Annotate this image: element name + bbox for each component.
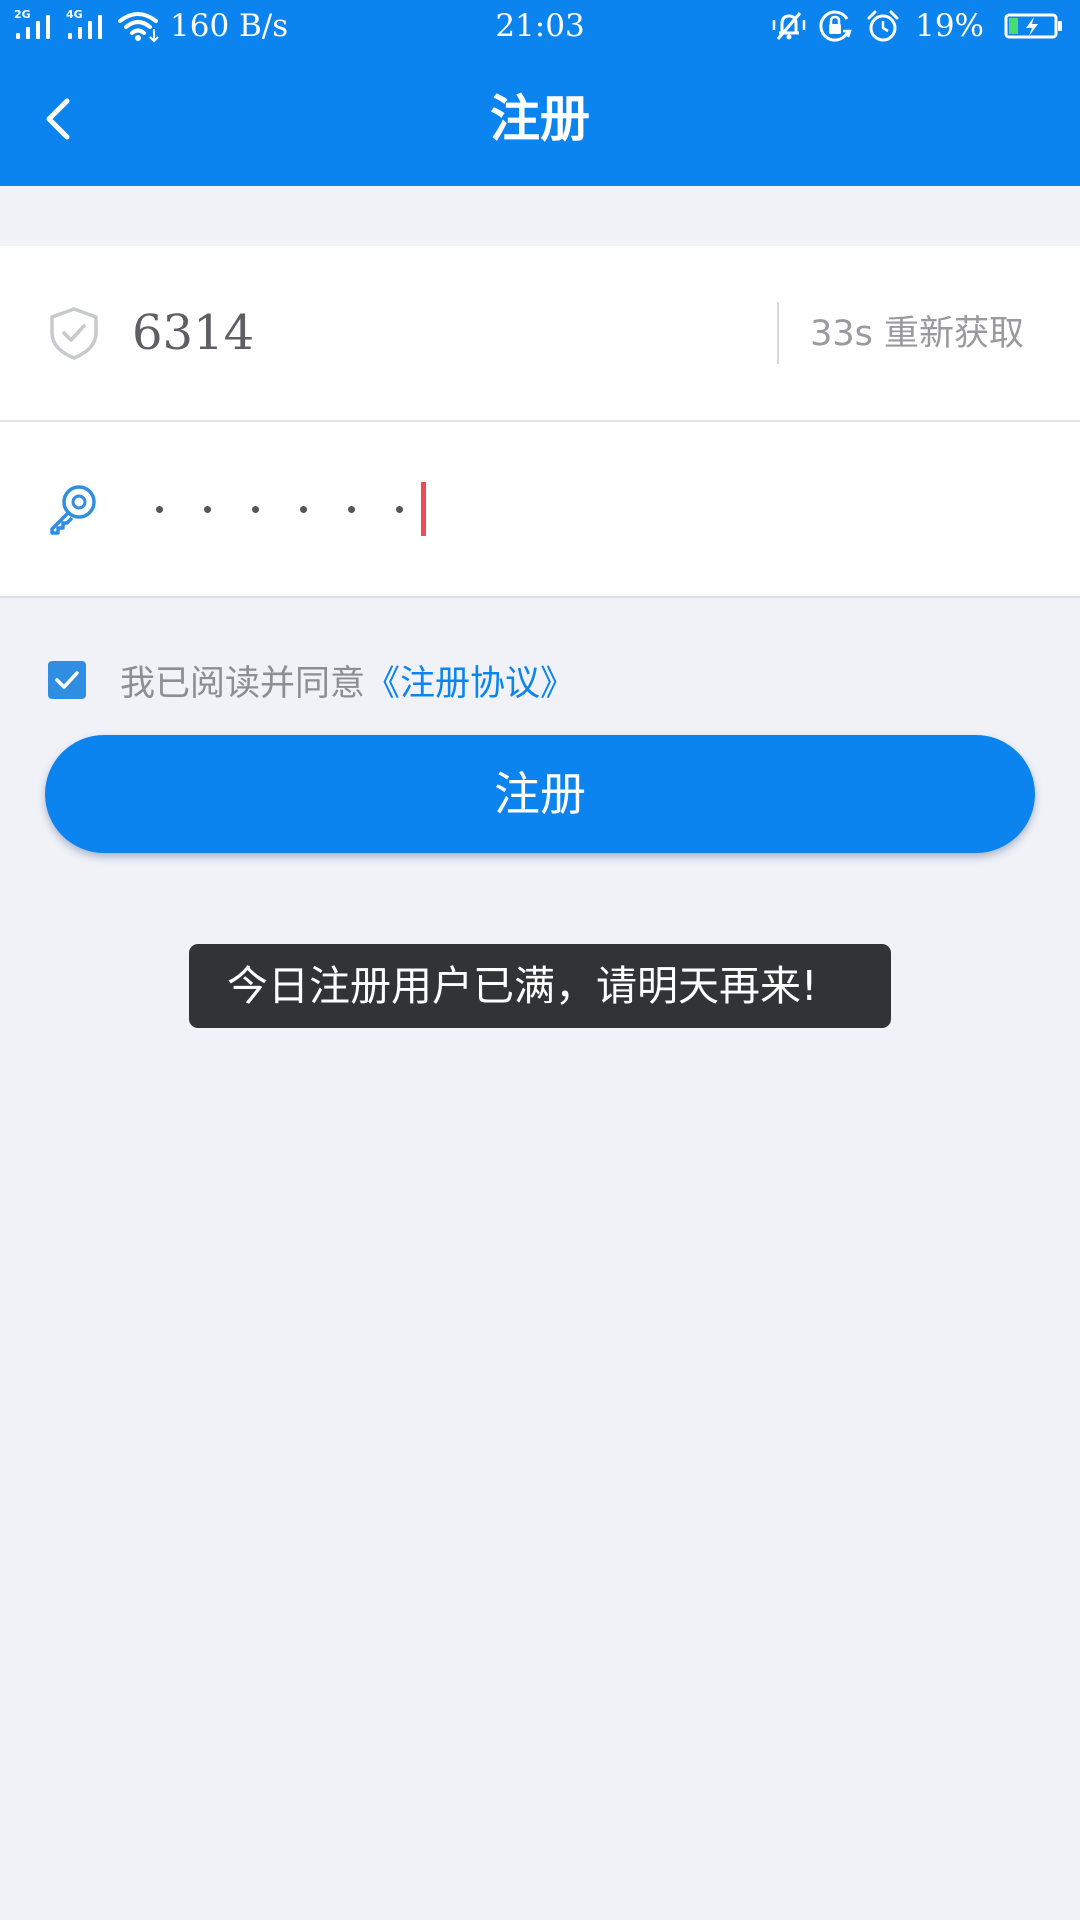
password-dot	[300, 505, 307, 513]
network-speed: 160 B/s	[170, 8, 289, 44]
sim2-label: 4G	[66, 8, 83, 21]
password-dot	[396, 505, 403, 513]
signal-2g-icon: 2G	[14, 9, 60, 43]
agreement-row: 我已阅读并同意 《注册协议》	[48, 640, 575, 720]
status-bar: 2G 4G 160 B/s 21:03 19%	[0, 0, 1080, 52]
register-button[interactable]: 注册	[45, 735, 1035, 853]
agreement-link[interactable]: 《注册协议》	[365, 655, 575, 706]
sim1-label: 2G	[14, 8, 31, 21]
verification-code-row: 33s 重新获取	[0, 246, 1080, 422]
password-dot	[156, 505, 163, 513]
password-dot	[348, 505, 355, 513]
agreement-text: 我已阅读并同意	[120, 663, 366, 704]
password-mask	[156, 505, 421, 513]
key-icon	[50, 485, 96, 535]
register-form: 33s 重新获取	[0, 246, 1080, 598]
battery-percent: 19%	[915, 8, 984, 44]
verification-code-input[interactable]	[132, 298, 732, 368]
password-dot	[252, 505, 259, 513]
battery-charging-icon	[1004, 13, 1062, 39]
password-input[interactable]	[132, 474, 852, 544]
back-button[interactable]	[30, 87, 86, 151]
register-screen: 2G 4G 160 B/s 21:03 19% 注册 6314 33s 重新获取…	[0, 0, 1080, 1920]
alarm-icon	[867, 10, 899, 42]
signal-4g-icon: 4G	[66, 9, 112, 43]
row-divider	[777, 302, 779, 364]
status-bar-right: 19%	[761, 0, 1064, 52]
status-bar-left: 2G 4G 160 B/s	[14, 0, 288, 52]
password-row	[0, 422, 1080, 596]
page-title: 注册	[490, 90, 590, 148]
app-header: 注册	[0, 52, 1080, 186]
shield-check-icon	[50, 307, 98, 360]
agreement-checkbox[interactable]	[48, 661, 86, 699]
wifi-icon	[118, 12, 159, 43]
password-dot	[204, 505, 211, 513]
text-caret	[421, 482, 426, 536]
resend-code-button[interactable]: 33s 重新获取	[810, 304, 1024, 364]
checkmark-icon	[55, 671, 79, 689]
rotation-lock-icon	[819, 10, 852, 42]
chevron-left-icon	[46, 98, 70, 140]
toast-message: 今日注册用户已满，请明天再来!	[189, 944, 891, 1028]
vibrate-icon	[772, 12, 806, 40]
